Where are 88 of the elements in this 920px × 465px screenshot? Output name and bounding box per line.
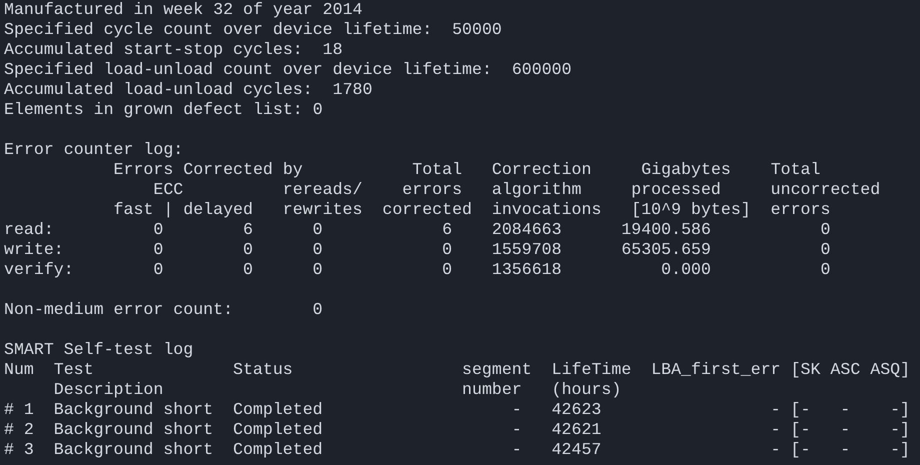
info-line: Elements in grown defect list: 0 xyxy=(4,100,323,120)
table-cell: Background short xyxy=(54,400,214,420)
table-cell-text: 0 xyxy=(242,260,253,280)
table-cell-text: 0 xyxy=(441,240,452,260)
table-cell-text: - xyxy=(770,440,781,460)
table-cell: [- xyxy=(790,440,810,460)
table-cell-text: 0 xyxy=(312,220,323,240)
table-cell-text: - xyxy=(510,440,522,460)
table-cell-text: 1559708 xyxy=(492,240,563,260)
table-cell-text: 6 xyxy=(441,220,452,240)
table-cell: Completed xyxy=(232,440,323,460)
table-cell: # 2 xyxy=(4,420,34,440)
info-line: Accumulated start-stop cycles: 18 xyxy=(4,40,343,60)
table-cell-text: - xyxy=(839,440,850,460)
column-header: Total xyxy=(412,160,462,180)
column-header: fast | delayed xyxy=(114,200,253,220)
column-header: ECC xyxy=(153,180,184,200)
column-header: Status xyxy=(233,360,293,380)
table-cell-text: 0 xyxy=(312,260,323,280)
table-cell: 42457 xyxy=(552,440,602,460)
table-cell: 42621 xyxy=(552,420,602,440)
table-cell-text: 1356618 xyxy=(492,260,563,280)
table-cell-text: 0 xyxy=(312,240,323,260)
table-cell: # 1 xyxy=(4,400,34,420)
table-cell-text: 0 xyxy=(152,260,164,280)
column-header: (hours) xyxy=(552,380,622,400)
table-cell-text: - xyxy=(839,420,850,440)
table-cell-text: 0 xyxy=(819,260,830,280)
column-header: [SK ASC ASQ] xyxy=(790,360,910,380)
table-cell: [- xyxy=(790,420,810,440)
column-header: processed xyxy=(631,180,721,200)
info-line: Manufactured in week 32 of year 2014 xyxy=(4,0,362,20)
column-header: Gigabytes xyxy=(641,160,731,180)
column-header: Num xyxy=(4,360,34,380)
column-header: Test xyxy=(54,360,94,380)
column-header: invocations xyxy=(492,200,602,220)
table-cell-text: 2084663 xyxy=(492,220,563,240)
table-cell-text: - xyxy=(510,420,522,440)
column-header: segment xyxy=(462,360,532,380)
column-header: rewrites xyxy=(282,200,362,220)
table-cell-text: verify: xyxy=(4,260,75,280)
column-header: Errors Corrected by xyxy=(114,160,303,180)
table-cell: 42623 xyxy=(552,400,602,420)
table-cell-text: write: xyxy=(4,240,65,260)
table-cell-text: 0 xyxy=(819,220,830,240)
column-header: LifeTime xyxy=(552,360,632,380)
table-cell-text: 0 xyxy=(819,240,830,260)
table-cell-text: 0 xyxy=(441,260,452,280)
column-header: number xyxy=(462,380,522,400)
info-text: Non-medium error count: xyxy=(4,300,234,320)
table-cell: Background short xyxy=(54,440,214,460)
table-cell-text: - xyxy=(770,420,781,440)
table-cell: [- xyxy=(790,400,810,420)
table-cell: Completed xyxy=(232,420,323,440)
table-cell-text: 6 xyxy=(242,220,253,240)
table-cell-text: 0 xyxy=(152,240,164,260)
column-header: Total xyxy=(770,160,820,180)
column-header: [10^9 bytes] xyxy=(631,200,751,220)
column-header: rereads/ xyxy=(282,180,362,200)
table-cell: Background short xyxy=(54,420,214,440)
column-header: LBA_first_err xyxy=(651,360,781,380)
table-cell-text: - xyxy=(770,400,781,420)
column-header: corrected xyxy=(382,200,472,220)
table-cell-text: 65305.659 xyxy=(620,240,711,260)
column-header: errors xyxy=(402,180,462,200)
column-header: errors xyxy=(770,200,830,220)
table-cell-text: 19400.586 xyxy=(620,220,711,240)
section-title: SMART Self-test log xyxy=(4,340,194,360)
table-cell-text: 0 xyxy=(242,240,253,260)
table-cell-text: - xyxy=(839,400,850,420)
table-cell-text: -] xyxy=(889,400,910,420)
table-cell-text: 0 xyxy=(152,220,164,240)
info-line: Accumulated load-unload cycles: 1780 xyxy=(4,80,372,100)
section-title: Error counter log: xyxy=(4,140,184,160)
table-cell-text: read: xyxy=(4,220,55,240)
info-line: Specified cycle count over device lifetime: 50000 xyxy=(4,20,502,40)
info-text: 0 xyxy=(312,300,323,320)
table-cell: # 3 xyxy=(4,440,34,460)
info-line: Specified load-unload count over device lifetime: 600000 xyxy=(4,60,572,80)
column-header: Description xyxy=(54,380,164,400)
table-cell-text: 0.000 xyxy=(660,260,711,280)
column-header: uncorrected xyxy=(770,180,880,200)
column-header: algorithm xyxy=(492,180,582,200)
column-header: Correction xyxy=(492,160,592,180)
table-cell: Completed xyxy=(232,400,323,420)
table-cell-text: -] xyxy=(889,420,910,440)
table-cell-text: - xyxy=(510,400,522,420)
table-cell-text: -] xyxy=(889,440,910,460)
